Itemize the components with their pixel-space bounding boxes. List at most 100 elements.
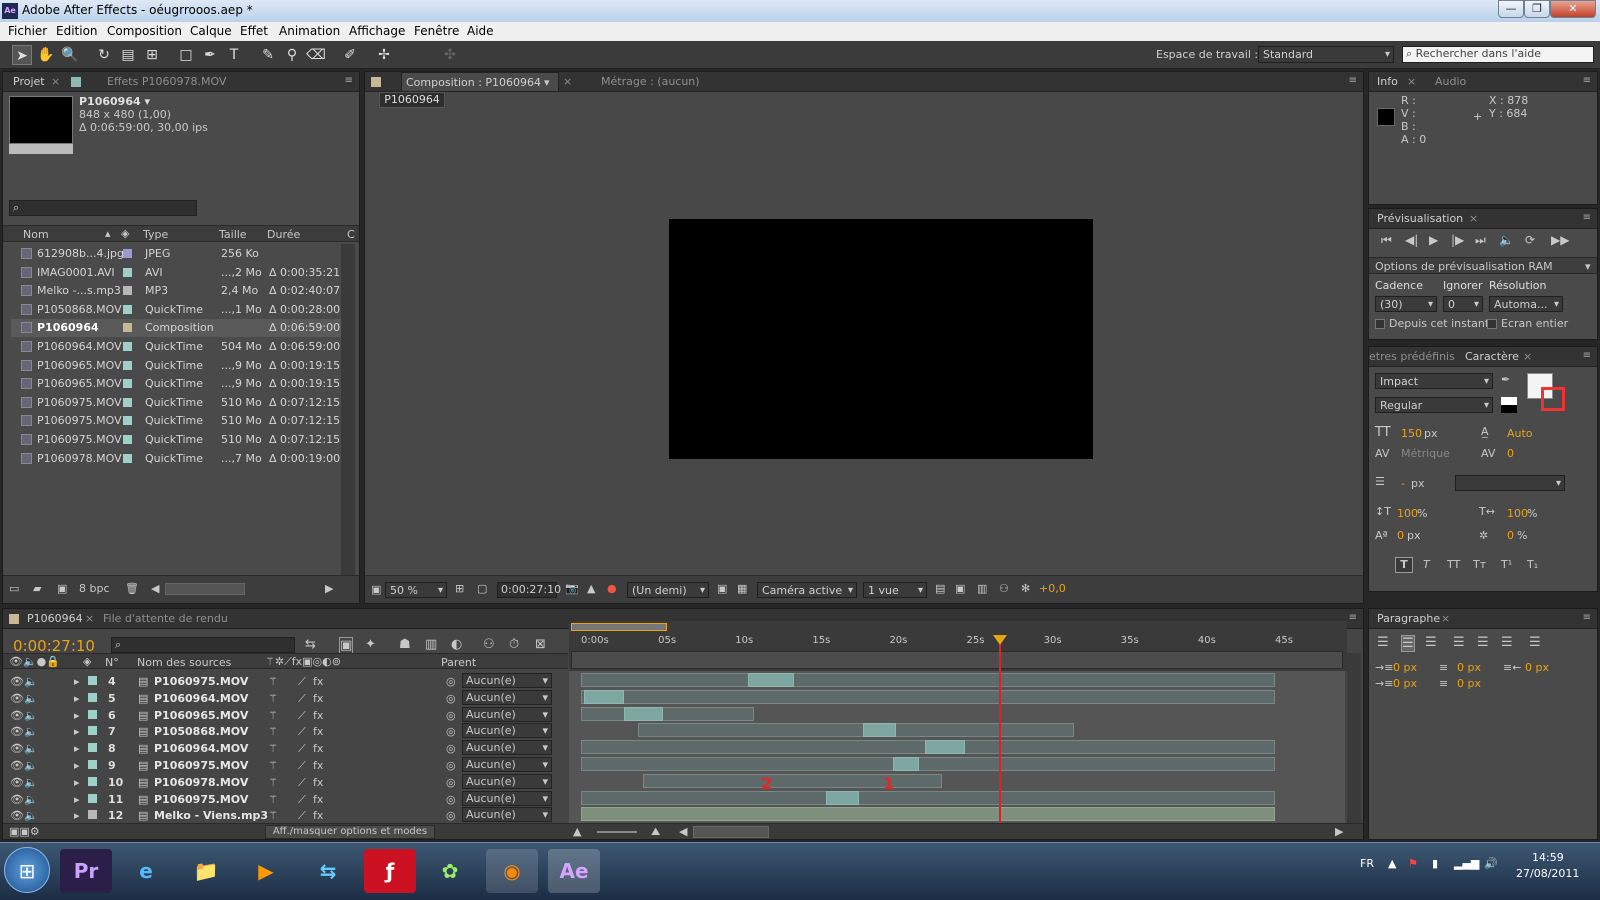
pick-whip-icon[interactable]: ◎ bbox=[446, 793, 456, 806]
subscript-button[interactable]: T₁ bbox=[1527, 558, 1538, 571]
current-time-indicator[interactable] bbox=[999, 637, 1001, 823]
mask-toggle-icon[interactable]: ▢ bbox=[477, 582, 487, 595]
text-tool-icon[interactable]: T bbox=[224, 45, 244, 65]
layer-row[interactable]: 👁 🔈 ▸ 7 ▤ P1050868.MOV ⚚ ⟋ fx ◎ Aucun(e)… bbox=[8, 723, 568, 740]
label-color-swatch[interactable] bbox=[123, 453, 132, 463]
visibility-icon[interactable]: 👁 bbox=[10, 675, 24, 688]
rotate-tool-icon[interactable]: ↻ bbox=[94, 45, 114, 65]
label-color-swatch[interactable] bbox=[123, 435, 132, 444]
zoom-select[interactable]: 50 % bbox=[385, 582, 447, 598]
layer-label-swatch[interactable] bbox=[88, 793, 97, 803]
audio-toggle-icon[interactable]: 🔈 bbox=[24, 725, 38, 738]
tab-render-queue[interactable]: File d'attente de rendu bbox=[103, 612, 228, 625]
project-item-row[interactable]: P1050868.MOV QuickTime ...,1 Mo Δ 0:00:2… bbox=[11, 301, 351, 319]
expand-arrow-icon[interactable]: ▸ bbox=[74, 776, 80, 789]
menu-affichage[interactable]: Affichage bbox=[349, 24, 405, 38]
help-search-input[interactable]: ⌕ Rechercher dans l'aide bbox=[1402, 46, 1594, 63]
label-color-swatch[interactable] bbox=[123, 342, 132, 351]
project-item-row[interactable]: P1060975.MOV QuickTime 510 Mo Δ 0:07:12:… bbox=[11, 431, 351, 449]
layer-duration-bar[interactable] bbox=[642, 773, 942, 788]
pick-whip-icon[interactable]: ◎ bbox=[446, 725, 456, 738]
panel-menu-icon[interactable]: ≡ bbox=[1583, 75, 1591, 86]
project-item-row[interactable]: Melko -...s.mp3 MP3 2,4 Mo Δ 0:02:40:07 bbox=[11, 282, 351, 300]
visibility-icon[interactable]: 👁 bbox=[10, 725, 24, 738]
rectangle-tool-icon[interactable]: □ bbox=[176, 45, 196, 65]
quality-switch-icon[interactable]: ⟋ bbox=[298, 675, 306, 689]
quality-switch-icon[interactable]: ⟋ bbox=[298, 793, 306, 807]
toggle-modes-button[interactable]: Aff./masquer options et modes bbox=[265, 825, 435, 839]
parent-select[interactable]: Aucun(e) ▾ bbox=[462, 757, 552, 772]
menu-effet[interactable]: Effet bbox=[240, 24, 268, 38]
audio-toggle-icon[interactable]: 🔈 bbox=[24, 809, 38, 822]
pick-whip-icon[interactable]: ◎ bbox=[446, 692, 456, 705]
menu-fichier[interactable]: Fichier bbox=[8, 24, 47, 38]
toggle-pixel-aspect-icon[interactable]: ▤ bbox=[935, 582, 945, 595]
chevron-down-icon[interactable]: ▾ bbox=[544, 76, 550, 89]
parent-select[interactable]: Aucun(e) ▾ bbox=[462, 773, 552, 789]
teamviewer-taskbar-icon[interactable]: ⇆ bbox=[302, 849, 354, 893]
motion-blur-icon[interactable]: ◐ bbox=[451, 637, 462, 652]
panel-menu-icon[interactable]: ≡ bbox=[345, 75, 353, 86]
shy-switch-icon[interactable]: ⚚ bbox=[268, 692, 278, 705]
project-item-row[interactable]: P1060965.MOV QuickTime ...,9 Mo Δ 0:00:1… bbox=[11, 375, 351, 393]
visibility-icon[interactable]: 👁 bbox=[10, 793, 24, 806]
parent-select[interactable]: Aucun(e) ▾ bbox=[462, 807, 552, 823]
shy-switch-icon[interactable]: ⚚ bbox=[268, 725, 278, 738]
project-scrollbar[interactable] bbox=[341, 244, 355, 576]
close-icon[interactable]: × bbox=[1407, 75, 1416, 88]
selected-item-name[interactable]: P1060964 ▾ bbox=[79, 95, 150, 108]
fx-switch-icon[interactable]: fx bbox=[313, 692, 323, 705]
project-item-row[interactable]: IMAG0001.AVI AVI ...,2 Mo Δ 0:00:35:21 bbox=[11, 264, 351, 282]
start-button[interactable]: ⊞ bbox=[4, 847, 50, 893]
timeline-scrollbar[interactable] bbox=[1347, 653, 1361, 823]
expand-arrow-icon[interactable]: ▸ bbox=[74, 709, 80, 722]
zoom-slider[interactable] bbox=[597, 831, 637, 833]
col-nom[interactable]: Nom bbox=[23, 228, 49, 241]
fx-switch-icon[interactable]: fx bbox=[313, 742, 323, 755]
layer-trimmed-segment[interactable] bbox=[584, 689, 625, 704]
project-item-row[interactable]: P1060964 Composition Δ 0:06:59:00 bbox=[11, 319, 351, 338]
visibility-icon[interactable]: 👁 bbox=[10, 742, 24, 755]
project-item-row[interactable]: P1060975.MOV QuickTime 510 Mo Δ 0:07:12:… bbox=[11, 394, 351, 412]
layer-label-swatch[interactable] bbox=[88, 810, 97, 820]
layer-row[interactable]: 👁 🔈 ▸ 6 ▤ P1060965.MOV ⚚ ⟋ fx ◎ Aucun(e)… bbox=[8, 706, 568, 724]
quality-switch-icon[interactable]: ⟋ bbox=[298, 809, 306, 823]
minimize-button[interactable]: — bbox=[1498, 0, 1524, 18]
audio-icon[interactable]: 🔈 bbox=[1499, 233, 1514, 247]
expand-arrow-icon[interactable]: ▸ bbox=[74, 742, 80, 755]
layer-name[interactable]: P1060965.MOV bbox=[154, 709, 248, 722]
col-taille[interactable]: Taille bbox=[219, 228, 247, 241]
quality-switch-icon[interactable]: ⟋ bbox=[298, 725, 306, 739]
views-select[interactable]: 1 vue bbox=[863, 582, 927, 598]
expand-arrow-icon[interactable]: ▸ bbox=[74, 809, 80, 822]
layer-trimmed-segment[interactable] bbox=[747, 673, 794, 687]
tab-audio[interactable]: Audio bbox=[1435, 75, 1466, 88]
loop-icon[interactable]: ⟳ bbox=[1525, 233, 1535, 247]
align-center-icon[interactable]: ☰ bbox=[1401, 635, 1415, 652]
puppet-tool-icon[interactable]: ✢ bbox=[374, 45, 394, 65]
explorer-taskbar-icon[interactable]: 📁 bbox=[180, 849, 232, 893]
tab-projet[interactable]: Projet bbox=[13, 75, 45, 88]
next-frame-icon[interactable]: |▶ bbox=[1451, 233, 1464, 247]
cadence-select[interactable]: (30) bbox=[1375, 296, 1437, 312]
tab-paragraphe[interactable]: Paragraphe bbox=[1377, 612, 1440, 625]
new-folder-icon[interactable]: ▰ bbox=[33, 582, 41, 595]
menu-edition[interactable]: Edition bbox=[56, 24, 98, 38]
visibility-icon[interactable]: 👁 bbox=[10, 776, 24, 789]
vertical-scale-value[interactable]: 100 bbox=[1397, 507, 1418, 520]
first-line-indent-value[interactable]: 0 px bbox=[1393, 677, 1417, 690]
pick-whip-icon[interactable]: ◎ bbox=[446, 709, 456, 722]
white-swatch[interactable] bbox=[1501, 397, 1517, 405]
current-time-field[interactable]: 0:00:27:10 bbox=[497, 582, 561, 598]
shy-switch-icon[interactable]: ⚚ bbox=[268, 742, 278, 755]
audio-toggle-icon[interactable]: 🔈 bbox=[24, 675, 38, 688]
tab-composition-box[interactable]: Composition : P1060964 ▾ bbox=[401, 72, 559, 92]
layer-label-swatch[interactable] bbox=[88, 743, 97, 753]
audio-toggle-icon[interactable]: 🔈 bbox=[24, 742, 38, 755]
pick-whip-icon[interactable]: ◎ bbox=[446, 759, 456, 772]
layer-name[interactable]: P1060975.MOV bbox=[154, 793, 248, 806]
scroll-left-icon[interactable]: ◀ bbox=[151, 582, 159, 595]
zoom-out-icon[interactable]: ▲ bbox=[573, 825, 581, 838]
work-area-bar[interactable] bbox=[571, 623, 667, 631]
live-update-icon[interactable]: ▣ bbox=[339, 637, 354, 654]
